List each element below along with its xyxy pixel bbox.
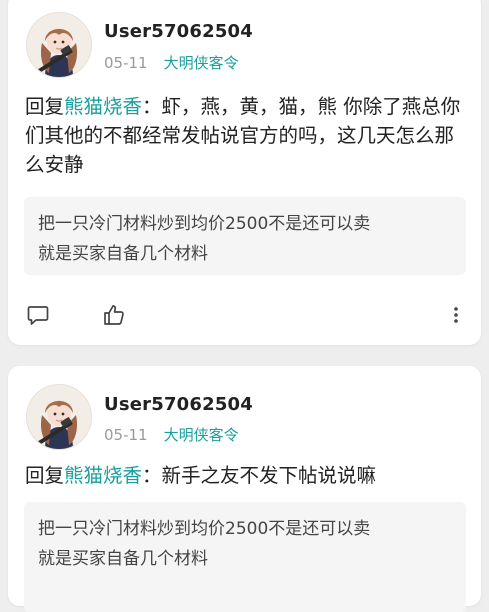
post-body: ：新手之友不发下帖说说嘛	[142, 464, 377, 487]
action-bar	[8, 299, 481, 329]
mention-link[interactable]: 熊猫烧香	[64, 464, 142, 487]
quoted-reply[interactable]: 把一只冷门材料炒到均价2500不是还可以卖 就是买家自备几个材料	[24, 197, 466, 275]
username[interactable]: User57062504	[104, 21, 253, 42]
post-date: 05-11	[104, 426, 148, 444]
section-link[interactable]: 大明侠客令	[164, 426, 239, 444]
post-meta: 05-11 大明侠客令	[104, 52, 239, 73]
quote-line: 把一只冷门材料炒到均价2500不是还可以卖	[38, 519, 371, 539]
quote-line: 把一只冷门材料炒到均价2500不是还可以卖	[38, 214, 371, 234]
quoted-reply[interactable]: 把一只冷门材料炒到均价2500不是还可以卖 就是买家自备几个材料	[24, 502, 466, 612]
section-link[interactable]: 大明侠客令	[164, 54, 239, 72]
post-meta: 05-11 大明侠客令	[104, 424, 239, 445]
reply-prefix: 回复	[25, 95, 65, 118]
avatar[interactable]	[26, 12, 92, 78]
post-card[interactable]: User57062504 05-11 大明侠客令 回复熊猫烧香：新手之友不发下帖说…	[8, 366, 481, 612]
post-card[interactable]: User57062504 05-11 大明侠客令 回复熊猫烧香：虾，燕，黄，猫，熊…	[8, 0, 481, 345]
more-vertical-icon[interactable]	[451, 303, 461, 327]
username[interactable]: User57062504	[104, 394, 253, 415]
post-content: 回复熊猫烧香：虾，燕，黄，猫，熊 你除了燕总你们其他的不都经常发帖说官方的吗，这…	[25, 92, 470, 179]
quote-line: 就是买家自备几个材料	[38, 549, 208, 569]
comment-icon[interactable]	[26, 303, 50, 327]
post-content: 回复熊猫烧香：新手之友不发下帖说说嘛	[25, 461, 470, 490]
post-date: 05-11	[104, 54, 148, 72]
thumbs-up-icon[interactable]	[102, 303, 126, 327]
quote-line: 就是买家自备几个材料	[38, 244, 208, 264]
mention-link[interactable]: 熊猫烧香	[64, 95, 142, 118]
avatar[interactable]	[26, 384, 92, 450]
reply-prefix: 回复	[25, 464, 65, 487]
